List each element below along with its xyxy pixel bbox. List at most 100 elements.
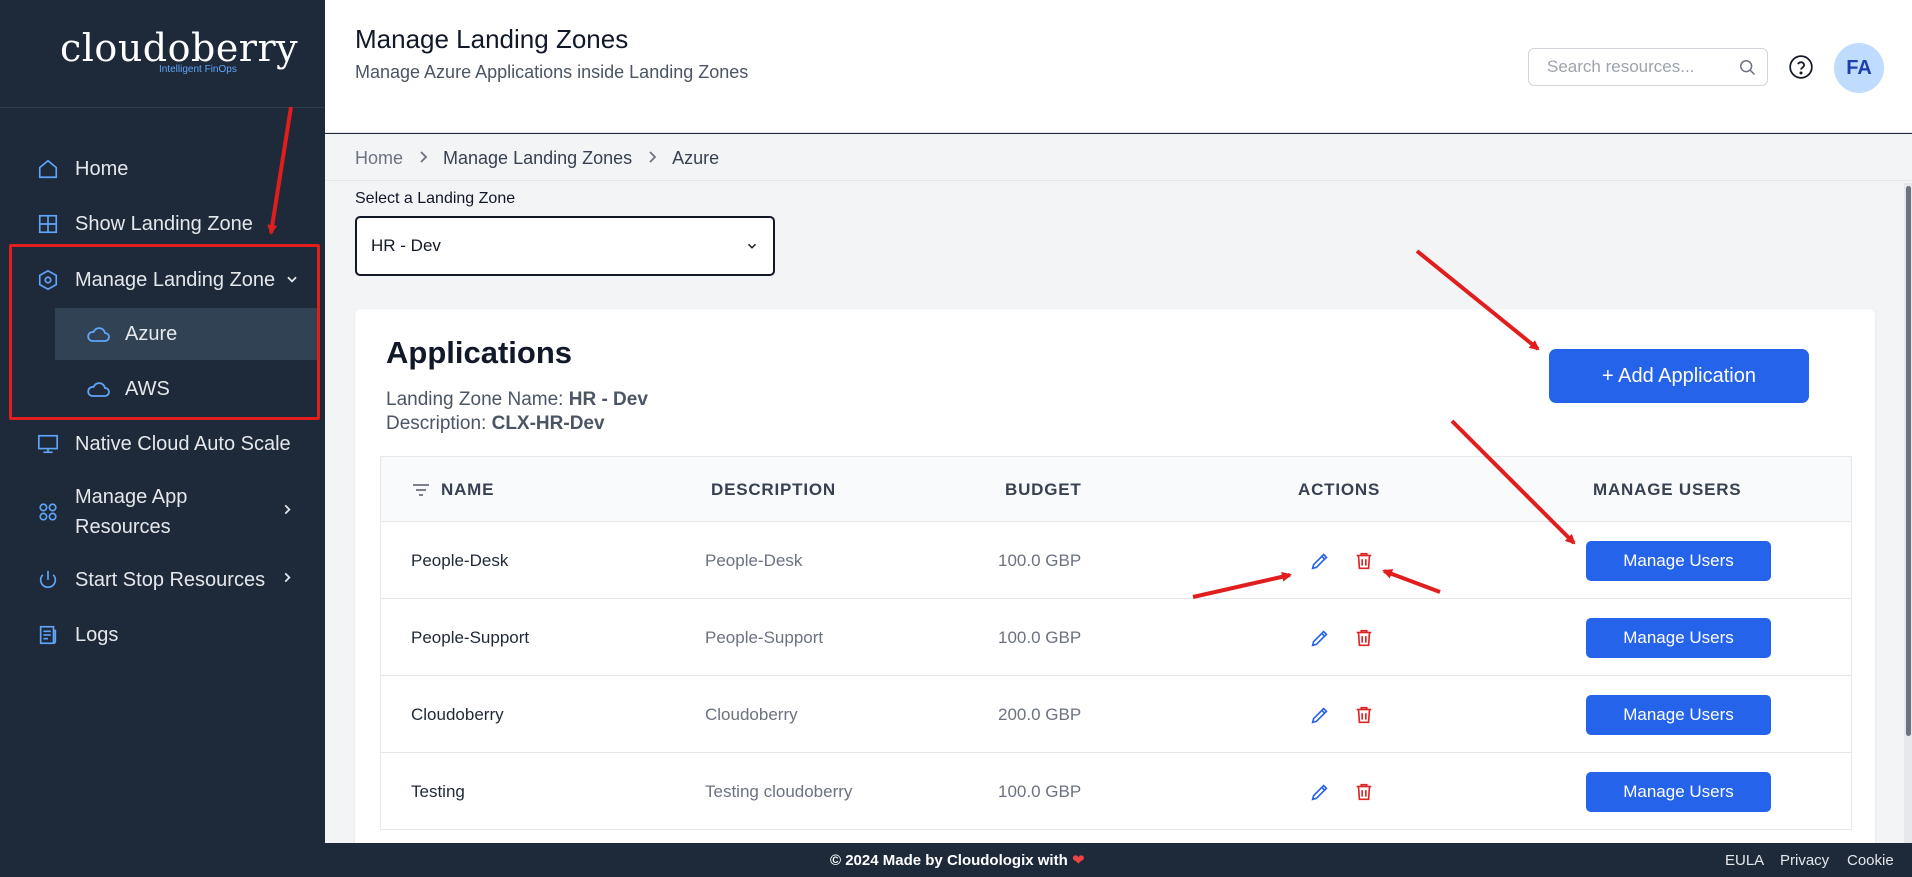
monitor-icon [36,432,60,456]
table-row: People-Support People-Support 100.0 GBP … [381,599,1851,676]
applications-card: Applications Landing Zone Name: HR - Dev… [355,309,1875,843]
cell-actions [1309,676,1375,753]
grid-icon [36,212,60,236]
sidebar-subitem-label: AWS [125,377,170,400]
search-box[interactable] [1528,48,1768,86]
edit-icon[interactable] [1309,627,1331,649]
cell-name: People-Support [411,627,530,647]
cloud-icon [85,322,111,346]
sidebar-item-home[interactable]: Home [0,143,320,195]
add-application-button[interactable]: + Add Application [1549,349,1809,403]
footer-copyright: © 2024 Made by Cloudologix with ❤ [830,852,1085,869]
chevron-right-icon [647,150,657,168]
chevron-right-icon [280,571,294,590]
sidebar-subitem-aws[interactable]: AWS [55,363,320,415]
chevron-down-icon [747,243,757,249]
footer-link-eula[interactable]: EULA [1725,852,1764,869]
landing-zone-description: Description: CLX-HR-Dev [386,413,605,435]
landing-zone-name: Landing Zone Name: HR - Dev [386,389,648,411]
filter-icon[interactable] [411,482,431,498]
sidebar-subitem-azure[interactable]: Azure [55,308,320,360]
page-header: Manage Landing Zones Manage Azure Applic… [325,0,1912,133]
landing-zone-select[interactable]: HR - Dev [355,216,775,276]
cell-manage-users: Manage Users [1586,753,1771,830]
cell-manage-users: Manage Users [1586,522,1771,599]
cell-budget: 200.0 GBP [998,704,1082,724]
sidebar-item-label: Manage Landing Zone [75,268,276,291]
manage-users-button[interactable]: Manage Users [1586,771,1771,812]
search-icon[interactable] [1737,57,1757,77]
cell-actions [1309,753,1375,830]
edit-icon[interactable] [1309,704,1331,726]
search-input[interactable] [1547,57,1727,77]
help-icon[interactable] [1788,54,1814,80]
avatar[interactable]: FA [1834,43,1884,93]
column-header-description: DESCRIPTION [711,479,836,499]
sidebar-item-label: Home [75,157,129,180]
sidebar-item-show-landing-zone[interactable]: Show Landing Zone [0,198,320,250]
divider [325,180,1912,181]
cell-description: Cloudoberry [705,704,798,724]
sidebar-subitem-label: Azure [125,322,178,345]
delete-icon[interactable] [1353,550,1375,572]
landing-zone-description-value: CLX-HR-Dev [491,413,605,434]
cell-description: Testing cloudoberry [705,781,853,801]
hexagon-settings-icon [36,268,60,292]
chevron-down-icon [285,269,299,292]
sidebar-item-start-stop-resources[interactable]: Start Stop Resources [0,554,320,606]
breadcrumb: Home Manage Landing Zones Azure [355,148,719,169]
landing-zone-select-value: HR - Dev [371,236,441,255]
sidebar-item-label: Native Cloud Auto Scale [75,432,291,455]
footer-link-cookie[interactable]: Cookie [1847,852,1894,869]
footer: © 2024 Made by Cloudologix with ❤ EULA P… [325,843,1912,877]
cell-name: Testing [411,781,465,801]
cell-actions [1309,522,1375,599]
table-row: Cloudoberry Cloudoberry 200.0 GBP Manage… [381,676,1851,753]
footer-link-privacy[interactable]: Privacy [1780,852,1829,869]
sidebar-item-label: Manage App Resources [75,486,188,538]
breadcrumb-home[interactable]: Home [355,148,403,169]
cell-manage-users: Manage Users [1586,676,1771,753]
column-header-actions: ACTIONS [1298,479,1381,499]
manage-users-button[interactable]: Manage Users [1586,694,1771,735]
cell-budget: 100.0 GBP [998,550,1082,570]
delete-icon[interactable] [1353,704,1375,726]
sidebar-item-logs[interactable]: Logs [0,609,320,661]
scrollbar-thumb[interactable] [1906,186,1911,736]
cell-budget: 100.0 GBP [998,627,1082,647]
heart-icon: ❤ [1071,852,1085,869]
delete-icon[interactable] [1353,627,1375,649]
landing-zone-name-value: HR - Dev [568,389,648,410]
edit-icon[interactable] [1309,781,1331,803]
manage-users-button[interactable]: Manage Users [1586,540,1771,581]
brand-tagline: Intelligent FinOps [159,64,237,75]
cell-budget: 100.0 GBP [998,781,1082,801]
table-row: Testing Testing cloudoberry 100.0 GBP Ma… [381,753,1851,830]
column-header-manage-users: MANAGE USERS [1593,479,1742,499]
manage-users-button[interactable]: Manage Users [1586,617,1771,658]
page-title: Manage Landing Zones [355,24,629,54]
cell-name: Cloudoberry [411,704,504,724]
page-subtitle: Manage Azure Applications inside Landing… [355,62,749,82]
applications-title: Applications [386,335,573,370]
landing-zone-name-label: Landing Zone Name: [386,389,564,410]
brand-logo[interactable]: cloudoberry Intelligent FinOps [0,0,325,108]
sidebar-item-manage-app-resources[interactable]: Manage App Resources [0,478,320,546]
sidebar-item-manage-landing-zone[interactable]: Manage Landing Zone [0,254,320,306]
main-content: Home Manage Landing Zones Azure Select a… [325,134,1912,843]
cell-manage-users: Manage Users [1586,599,1771,676]
edit-icon[interactable] [1309,550,1331,572]
cell-name: People-Desk [411,550,509,570]
logs-icon [36,623,60,647]
delete-icon[interactable] [1353,781,1375,803]
sidebar-item-native-cloud-auto-scale[interactable]: Native Cloud Auto Scale [0,418,320,470]
column-header-name[interactable]: NAME [411,457,494,522]
breadcrumb-current: Azure [672,148,720,168]
cell-description: People-Desk [705,550,803,570]
breadcrumb-manage-landing-zones[interactable]: Manage Landing Zones [443,148,632,169]
column-header-budget: BUDGET [1005,479,1082,499]
sidebar-item-label: Logs [75,623,119,646]
chevron-right-icon [280,503,294,522]
table-row: People-Desk People-Desk 100.0 GBP Manage… [381,522,1851,599]
power-icon [36,568,60,592]
